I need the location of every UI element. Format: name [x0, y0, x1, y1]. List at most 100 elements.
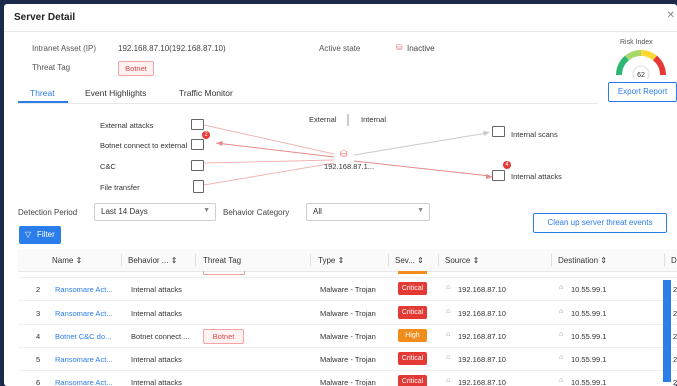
- internal-scans-label: Internal scans: [511, 130, 558, 139]
- internal-attacks-label: Internal attacks: [511, 172, 562, 181]
- event-name-link[interactable]: Ransomare Act...: [55, 285, 113, 294]
- detection-period-select[interactable]: Last 14 Days ▼: [94, 203, 216, 221]
- external-attacks-label: External attacks: [100, 121, 154, 130]
- file-transfer-label: File transfer: [100, 183, 140, 192]
- inactive-status-icon: ⛁: [396, 43, 403, 52]
- cnc-label: C&C: [100, 162, 116, 171]
- threat-flow-diagram: External Internal External attacks Botne…: [4, 104, 677, 204]
- destination-cell: 10.55.99.1: [571, 355, 607, 364]
- severity-badge: Critical: [398, 352, 427, 365]
- source-cell: 192.168.87.10: [458, 355, 506, 364]
- column-header-destination[interactable]: Destination ⇕: [558, 256, 607, 265]
- monitor-icon: [492, 126, 505, 137]
- extra-cell: 2: [673, 378, 677, 386]
- scrollbar[interactable]: [663, 280, 671, 382]
- table-row[interactable]: 4 Botnet C&C do... Botnet connect ... Bo…: [18, 324, 677, 348]
- behavior-cell: Internal attacks: [131, 378, 182, 386]
- row-number: 4: [36, 332, 41, 341]
- destination-cell: 10.55.99.1: [571, 309, 607, 318]
- file-icon: [193, 180, 204, 193]
- close-icon[interactable]: ✕: [667, 10, 675, 21]
- source-cell: 192.168.87.10: [458, 285, 506, 294]
- event-name-link[interactable]: Botnet C&C do...: [55, 332, 111, 341]
- internal-attacks-badge: 4: [503, 161, 511, 169]
- monitor-icon: [191, 119, 204, 130]
- destination-cell: 10.55.99.1: [571, 378, 607, 386]
- row-number: 6: [36, 378, 41, 386]
- column-header-d: D: [671, 256, 677, 265]
- behavior-cell: Botnet connect ...: [131, 332, 190, 341]
- tab-traffic-monitor[interactable]: Traffic Monitor: [179, 88, 233, 98]
- behavior-category-value: All: [313, 207, 322, 216]
- monitor-icon: [191, 139, 204, 150]
- column-header-threat-tag: Threat Tag: [203, 256, 242, 265]
- behavior-category-select[interactable]: All ▼: [306, 203, 430, 221]
- panel-header: Server Detail ✕: [4, 4, 677, 32]
- row-number: 3: [36, 309, 41, 318]
- server-detail-panel: Server Detail ✕ Intranet Asset (IP) 192.…: [4, 4, 677, 386]
- event-name-link[interactable]: Ransomare Act...: [55, 309, 113, 318]
- threat-tag-badge: Botnet: [118, 61, 154, 76]
- column-divider: [551, 254, 552, 266]
- filter-button-label: Filter: [37, 230, 55, 239]
- threat-tag-label: Threat Tag: [32, 63, 71, 72]
- ip-icon: ⌂: [446, 284, 451, 291]
- tag-fragment: [203, 271, 245, 275]
- column-divider: [195, 254, 196, 266]
- column-divider: [388, 254, 389, 266]
- table-row[interactable]: 3 Ransomare Act... Internal attacks Malw…: [18, 301, 677, 325]
- clean-up-threat-events-button[interactable]: Clean up server threat events: [533, 213, 667, 233]
- column-divider: [121, 254, 122, 266]
- column-header-name[interactable]: Name ⇕: [52, 256, 82, 265]
- chevron-down-icon: ▼: [203, 207, 210, 214]
- ip-icon: ⌂: [559, 308, 564, 315]
- column-header-type[interactable]: Type ⇕: [318, 256, 344, 265]
- risk-gauge: 62: [615, 49, 667, 79]
- table-row[interactable]: 6 Ransomare Act... Internal attacks Malw…: [18, 370, 677, 386]
- table-row[interactable]: 5 Ransomare Act... Internal attacks Malw…: [18, 347, 677, 371]
- panel-title: Server Detail: [14, 12, 76, 23]
- monitor-icon: [191, 160, 204, 171]
- destination-cell: 10.55.99.1: [571, 332, 607, 341]
- ip-icon: ⌂: [446, 354, 451, 361]
- type-cell: Malware - Trojan: [320, 378, 376, 386]
- risk-index-value: 62: [637, 72, 645, 79]
- threat-tag-badge: Botnet: [203, 329, 244, 344]
- botnet-connect-label: Botnet connect to external: [100, 141, 188, 150]
- active-state-value: Inactive: [407, 44, 435, 53]
- ip-icon: ⌂: [559, 284, 564, 291]
- tab-event-highlights[interactable]: Event Highlights: [85, 88, 146, 98]
- risk-index-label: Risk Index: [620, 39, 653, 46]
- tab-bar: Threat Event Highlights Traffic Monitor: [18, 86, 598, 104]
- threat-events-table: Name ⇕ Behavior ... ⇕ Threat Tag Type ⇕ …: [18, 249, 677, 386]
- export-report-button[interactable]: Export Report: [608, 82, 677, 102]
- ip-icon: ⌂: [559, 354, 564, 361]
- event-name-link[interactable]: Ransomare Act...: [55, 378, 113, 386]
- server-icon: ⛁: [340, 149, 348, 159]
- extra-cell: 2: [673, 355, 677, 364]
- source-cell: 192.168.87.10: [458, 332, 506, 341]
- column-header-source[interactable]: Source ⇕: [445, 256, 479, 265]
- table-row[interactable]: 2 Ransomare Act... Internal attacks Malw…: [18, 277, 677, 301]
- ip-icon: ⌂: [446, 308, 451, 315]
- row-number: 2: [36, 285, 41, 294]
- tab-threat[interactable]: Threat: [30, 88, 55, 98]
- column-header-severity[interactable]: Sev... ⇕: [395, 256, 424, 265]
- filter-icon: ▽: [25, 230, 32, 239]
- asset-value: 192.168.87.10(192.168.87.10): [118, 44, 226, 53]
- extra-cell: 2: [673, 332, 677, 341]
- column-header-behavior[interactable]: Behavior ... ⇕: [128, 256, 177, 265]
- ip-icon: ⌂: [446, 377, 451, 384]
- filter-button[interactable]: ▽ Filter: [19, 226, 61, 244]
- column-divider: [438, 254, 439, 266]
- asset-label: Intranet Asset (IP): [32, 44, 97, 53]
- severity-badge: Critical: [398, 282, 427, 295]
- event-name-link[interactable]: Ransomare Act...: [55, 355, 113, 364]
- botnet-count-badge: 2: [202, 131, 210, 139]
- table-header: Name ⇕ Behavior ... ⇕ Threat Tag Type ⇕ …: [18, 249, 677, 272]
- destination-cell: 10.55.99.1: [571, 285, 607, 294]
- behavior-cell: Internal attacks: [131, 285, 182, 294]
- column-divider: [310, 254, 311, 266]
- source-cell: 192.168.87.10: [458, 378, 506, 386]
- ip-icon: ⌂: [446, 331, 451, 338]
